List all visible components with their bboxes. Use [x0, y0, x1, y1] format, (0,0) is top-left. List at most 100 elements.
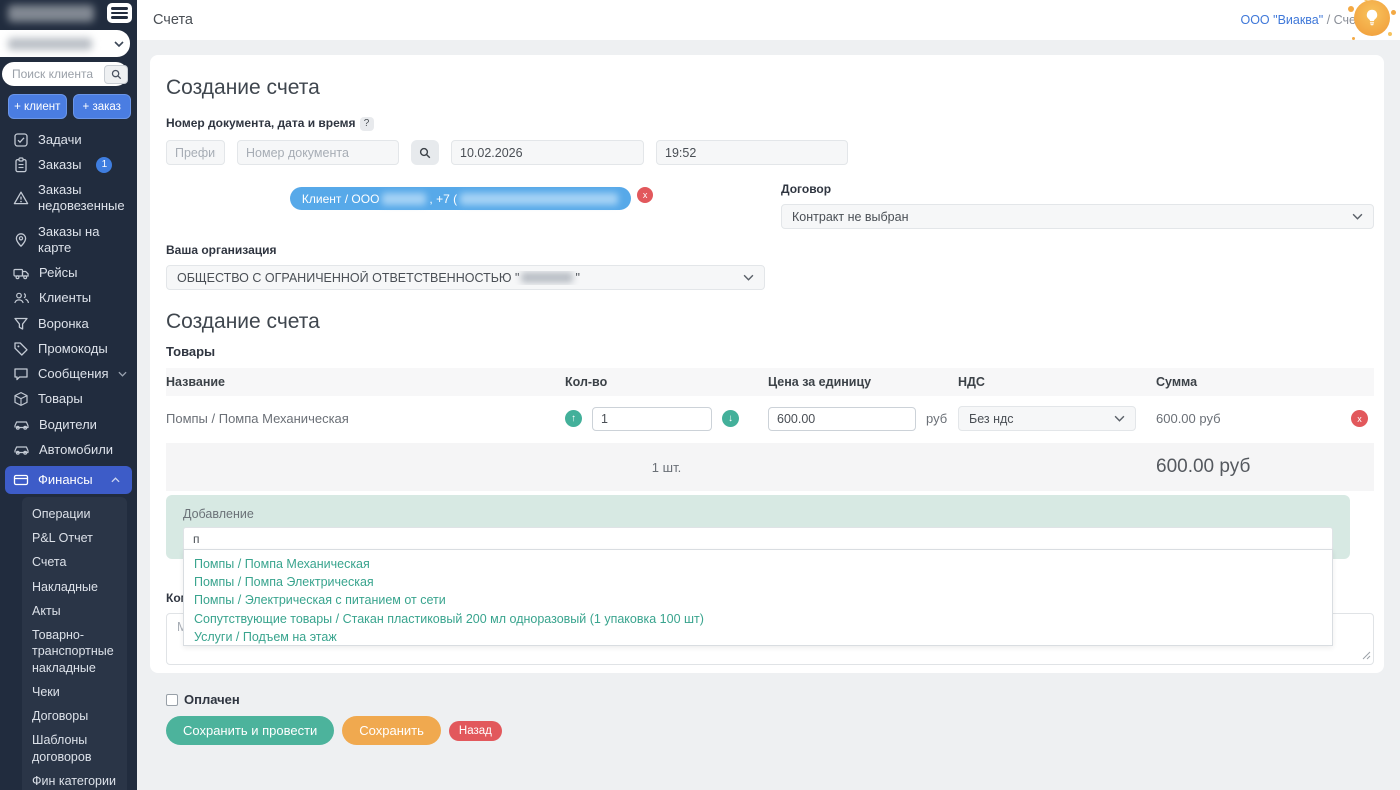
search-icon — [419, 147, 431, 159]
tag-icon — [13, 341, 29, 357]
add-product-label: Добавление — [183, 507, 1333, 521]
chevron-down-icon — [118, 371, 127, 377]
vat-cell: Без ндс — [958, 396, 1156, 441]
add-client-button[interactable]: + клиент — [8, 94, 67, 119]
car-icon — [13, 417, 30, 433]
add-product-search-input[interactable] — [183, 527, 1333, 551]
time-input[interactable] — [656, 140, 848, 165]
submenu-item-waybills[interactable]: Накладные — [22, 575, 127, 599]
client-chip-text: Клиент / ООО — [302, 192, 380, 206]
app-logo — [8, 5, 94, 22]
remove-row-button[interactable]: x — [1351, 410, 1368, 427]
suggestion-item[interactable]: Помпы / Помпа Механическая — [184, 555, 1332, 573]
qty-increase-button[interactable]: ↑ — [565, 410, 582, 427]
contract-select[interactable]: Контракт не выбран — [781, 204, 1374, 229]
sidebar-quick-buttons: + клиент + заказ — [8, 94, 131, 119]
nav-label: Товары — [38, 391, 83, 407]
submenu-item-operations[interactable]: Операции — [22, 502, 127, 526]
workspace-select[interactable] — [0, 30, 130, 57]
warning-icon — [13, 190, 29, 206]
suggestion-item[interactable]: Помпы / Электрическая с питанием от сети — [184, 591, 1332, 609]
contract-select-value: Контракт не выбран — [792, 210, 909, 224]
page: + клиент + заказ Задачи Заказы 1 Заказы … — [0, 0, 1400, 790]
submenu-item-acts[interactable]: Акты — [22, 599, 127, 623]
products-label: Товары — [166, 344, 1374, 359]
hint-lightbulb-button[interactable] — [1350, 0, 1394, 42]
form-buttons: Сохранить и провести Сохранить Назад — [166, 716, 1374, 745]
organization-label: Ваша организация — [166, 243, 277, 257]
sidebar-item-promocodes[interactable]: Промокоды — [0, 336, 137, 361]
doc-number-label: Номер документа, дата и время — [166, 116, 356, 130]
sidebar-item-drivers[interactable]: Водители — [0, 412, 137, 437]
menu-toggle-icon[interactable] — [107, 3, 132, 23]
price-input[interactable] — [768, 407, 916, 431]
products-table-header: Название Кол-во Цена за единицу НДС Сумм… — [166, 368, 1374, 396]
resize-handle-icon[interactable] — [1361, 650, 1371, 660]
nav-label: Клиенты — [39, 290, 91, 306]
submenu-item-pl-report[interactable]: P&L Отчет — [22, 526, 127, 550]
suggestion-item[interactable]: Сопутствующие товары / Стакан пластиковы… — [184, 610, 1332, 628]
lightbulb-icon — [1354, 0, 1390, 36]
paid-checkbox[interactable] — [166, 694, 178, 706]
contract-column: Договор Контракт не выбран — [765, 180, 1374, 229]
suggestion-item[interactable]: Помпы / Помпа Электрическая — [184, 573, 1332, 591]
remove-client-button[interactable]: x — [637, 187, 653, 203]
date-input[interactable] — [451, 140, 644, 165]
help-icon[interactable]: ? — [360, 117, 374, 131]
sidebar-item-trips[interactable]: Рейсы — [0, 261, 137, 286]
back-button[interactable]: Назад — [449, 721, 502, 741]
nav-label: Промокоды — [38, 341, 108, 357]
tasks-icon — [13, 132, 29, 148]
page-title: Счета — [153, 12, 193, 28]
sidebar-item-orders-on-map[interactable]: Заказы на карте — [0, 219, 137, 261]
sidebar-item-clients[interactable]: Клиенты — [0, 286, 137, 311]
submenu-item-transport-waybills[interactable]: Товарно-транспортные накладные — [22, 623, 127, 680]
sidebar: + клиент + заказ Задачи Заказы 1 Заказы … — [0, 0, 137, 790]
save-and-post-button[interactable]: Сохранить и провести — [166, 716, 334, 745]
save-button[interactable]: Сохранить — [342, 716, 441, 745]
submenu-item-invoices[interactable]: Счета — [22, 550, 127, 574]
sidebar-item-funnel[interactable]: Воронка — [0, 311, 137, 336]
client-chip[interactable]: Клиент / ООО , +7 ( — [290, 187, 631, 210]
client-search — [2, 62, 131, 86]
sidebar-item-messages[interactable]: Сообщения — [0, 362, 137, 387]
top-bar: Счета ООО "Виаква" / Сче — [137, 0, 1400, 40]
search-icon[interactable] — [104, 65, 128, 84]
suggestion-item[interactable]: Услуги / Подъем на этаж — [184, 628, 1332, 646]
qty-input[interactable] — [592, 407, 712, 431]
doc-number-input[interactable] — [237, 140, 399, 165]
map-pin-icon — [13, 232, 29, 248]
sidebar-item-finance[interactable]: Финансы — [5, 466, 132, 494]
breadcrumb-company-link[interactable]: ООО "Виаква" — [1240, 13, 1323, 27]
sum-cell: 600.00 руб x — [1156, 400, 1374, 437]
vat-select[interactable]: Без ндс — [958, 406, 1136, 431]
sidebar-item-undelivered-orders[interactable]: Заказы недовезенные — [0, 178, 137, 220]
sidebar-item-tasks[interactable]: Задачи — [0, 127, 137, 152]
breadcrumb: ООО "Виаква" / Сче — [1240, 13, 1356, 27]
sidebar-item-goods[interactable]: Товары — [0, 387, 137, 412]
submenu-item-receipts[interactable]: Чеки — [22, 680, 127, 704]
sidebar-item-orders[interactable]: Заказы 1 — [0, 152, 137, 177]
client-contract-row: Клиент / ООО , +7 ( x Договор Контракт н… — [166, 180, 1374, 229]
submenu-item-contracts[interactable]: Договоры — [22, 704, 127, 728]
price-cell: руб — [768, 397, 958, 441]
nav-label: Заказы недовезенные — [38, 182, 116, 215]
submenu-item-contract-templates[interactable]: Шаблоны договоров — [22, 728, 127, 769]
qty-decrease-button[interactable]: ↓ — [722, 410, 739, 427]
box-icon — [13, 391, 29, 407]
prefix-input[interactable] — [166, 140, 225, 165]
form-title: Создание счета — [166, 76, 1374, 100]
product-name: Помпы / Помпа Механическая — [166, 401, 565, 436]
doc-number-row — [166, 140, 1374, 165]
nav-label: Финансы — [38, 472, 93, 488]
sidebar-item-cars[interactable]: Автомобили — [0, 437, 137, 462]
vat-select-value: Без ндс — [969, 412, 1014, 426]
nav-label: Рейсы — [39, 265, 77, 281]
add-order-button[interactable]: + заказ — [73, 94, 132, 119]
row-sum: 600.00 руб — [1156, 411, 1221, 426]
organization-select[interactable]: ОБЩЕСТВО С ОГРАНИЧЕННОЙ ОТВЕТСТВЕННОСТЬЮ… — [166, 265, 765, 290]
submenu-item-fin-categories[interactable]: Фин категории — [22, 769, 127, 790]
finance-submenu: Операции P&L Отчет Счета Накладные Акты … — [22, 497, 127, 790]
doc-number-search-button[interactable] — [411, 140, 439, 165]
nav-label: Сообщения — [38, 366, 109, 382]
